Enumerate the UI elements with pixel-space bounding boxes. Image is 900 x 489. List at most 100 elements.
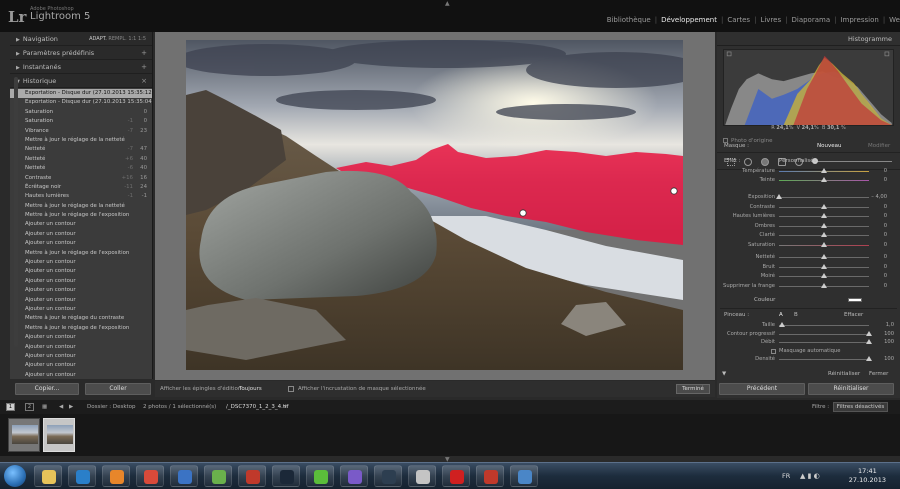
history-row[interactable]: Ajouter un contour <box>10 343 152 352</box>
slider-value[interactable]: 0 <box>884 223 887 229</box>
slider-knob[interactable] <box>821 232 827 237</box>
paste-button[interactable]: Coller <box>85 383 151 395</box>
history-row[interactable]: Mettre à jour le réglage du contraste <box>10 314 152 323</box>
filezilla-2-taskbar-button[interactable] <box>476 465 504 487</box>
shadow-clip-toggle[interactable] <box>726 51 732 57</box>
top-panel-toggle-icon[interactable]: ▲ <box>445 0 450 7</box>
slider-knob[interactable] <box>821 254 827 259</box>
file-dropdown-icon[interactable]: ▾ <box>284 404 287 410</box>
history-row[interactable]: Ajouter un contour <box>10 352 152 361</box>
module-2[interactable]: Cartes <box>727 16 750 24</box>
history-row[interactable]: Ajouter un contour <box>10 296 152 305</box>
brush-setting-value[interactable]: 100 <box>884 339 894 345</box>
history-row[interactable]: Netteté -6 40 <box>10 164 152 173</box>
brush-slider-knob[interactable] <box>866 356 872 361</box>
pins-dropdown[interactable]: Toujours <box>239 386 262 392</box>
slider-knob[interactable] <box>821 282 827 288</box>
media-player-taskbar-button[interactable] <box>102 465 130 487</box>
slider-value[interactable]: 0 <box>884 283 887 289</box>
slider-value[interactable]: – 4,00 <box>871 194 887 200</box>
image-viewer-taskbar-button[interactable] <box>408 465 436 487</box>
forward-icon[interactable]: ▶ <box>69 404 73 410</box>
effect-dropdown[interactable]: Personnalisé <box>779 158 814 164</box>
copy-button[interactable]: Copier... <box>15 383 79 395</box>
slider-value[interactable]: 0 <box>884 232 887 238</box>
zoom-fit[interactable]: ADAPT. <box>89 36 107 42</box>
history-row[interactable]: Ajouter un contour <box>10 286 152 295</box>
spot-removal-tool-icon[interactable] <box>744 158 752 166</box>
history-row[interactable]: Saturation 0 <box>10 108 152 117</box>
slider-knob[interactable] <box>821 273 827 278</box>
presets-header[interactable]: ▶ Paramètres prédéfinis + <box>10 46 152 60</box>
steam-taskbar-button[interactable] <box>272 465 300 487</box>
clock[interactable]: 17:41 27.10.2013 <box>849 467 886 485</box>
module-3[interactable]: Livres <box>760 16 781 24</box>
histogram[interactable] <box>723 49 894 126</box>
done-button[interactable]: Terminé <box>676 384 710 394</box>
history-row[interactable]: Ajouter un contour <box>10 258 152 267</box>
brush-b-tab[interactable]: B <box>794 312 798 318</box>
slider-knob[interactable] <box>821 168 827 173</box>
zoom-fill[interactable]: REMPL. <box>108 36 126 42</box>
mask-new-button[interactable]: Nouveau <box>817 143 841 149</box>
navigator-zoom-options[interactable]: ADAPT. REMPL. 1:1 1:5 <box>89 32 146 46</box>
language-indicator[interactable]: FR <box>782 472 790 480</box>
highlight-clip-toggle[interactable] <box>884 51 890 57</box>
add-snapshot-icon[interactable]: + <box>141 60 147 74</box>
close-button[interactable]: Fermer <box>869 371 888 377</box>
module-6[interactable]: We <box>889 16 900 24</box>
history-header[interactable]: ▼Historique × <box>10 74 152 88</box>
edit-pin-1[interactable] <box>519 209 527 217</box>
snapshots-header[interactable]: ▶ Instantanés + <box>10 60 152 74</box>
module-0[interactable]: Bibliothèque <box>607 16 651 24</box>
lightroom-taskbar-button[interactable] <box>374 465 402 487</box>
slider-knob[interactable] <box>821 263 827 269</box>
display-1-button[interactable]: 1 <box>6 403 15 411</box>
history-row[interactable]: Ajouter un contour <box>10 371 152 379</box>
history-row[interactable]: Mettre à jour le réglage de l'exposition <box>10 211 152 220</box>
brush-slider-knob[interactable] <box>779 322 785 327</box>
chrome-taskbar-button[interactable] <box>136 465 164 487</box>
brush-slider-knob[interactable] <box>866 339 872 344</box>
slider-knob[interactable] <box>821 177 827 182</box>
filezilla-taskbar-button[interactable] <box>238 465 266 487</box>
zoom-1-5[interactable]: 1:5 <box>138 36 146 42</box>
system-tray-icons[interactable]: ▲ ▮ ◐ <box>800 472 820 480</box>
navigator-header[interactable]: ▶ Navigation ADAPT. REMPL. 1:1 1:5 <box>10 32 152 46</box>
left-scrollbar[interactable] <box>14 77 18 347</box>
display-2-button[interactable]: 2 <box>25 403 34 411</box>
history-row[interactable]: Écrêtage noir -11 24 <box>10 183 152 192</box>
brush-slider-track[interactable] <box>779 359 869 360</box>
clear-history-icon[interactable]: × <box>141 74 147 88</box>
slider-value[interactable]: 0 <box>884 177 887 183</box>
brush-setting-value[interactable]: 100 <box>884 331 894 337</box>
module-4[interactable]: Diaporama <box>791 16 830 24</box>
back-icon[interactable]: ◀ <box>59 404 63 410</box>
slider-value[interactable]: 0 <box>884 213 887 219</box>
history-row[interactable]: Vibrance -7 23 <box>10 127 152 136</box>
color-swatch[interactable] <box>848 298 862 302</box>
add-preset-icon[interactable]: + <box>141 46 147 60</box>
colors-taskbar-button[interactable] <box>204 465 232 487</box>
history-row[interactable]: Mettre à jour le réglage de l'exposition <box>10 249 152 258</box>
zoom-1-1[interactable]: 1:1 <box>128 36 136 42</box>
history-row[interactable]: Exportation - Disque dur (27.10.2013 15:… <box>10 89 152 99</box>
brush-erase-tab[interactable]: Effacer <box>844 312 863 318</box>
slider-value[interactable]: 0 <box>884 168 887 174</box>
thumbnail-1[interactable] <box>8 418 40 452</box>
brush-a-tab[interactable]: A <box>779 312 783 318</box>
effect-dropdown-icon[interactable]: ⇕ <box>813 158 818 164</box>
brush-slider-knob[interactable] <box>866 330 872 336</box>
history-row[interactable]: Ajouter un contour <box>10 361 152 370</box>
history-row[interactable]: Ajouter un contour <box>10 333 152 342</box>
slider-value[interactable]: 0 <box>884 264 887 270</box>
slider-knob[interactable] <box>821 222 827 228</box>
history-row[interactable]: Ajouter un contour <box>10 305 152 314</box>
folder-source[interactable]: Dossier : Desktop <box>87 404 136 410</box>
mountain-photo[interactable] <box>186 40 683 370</box>
module-5[interactable]: Impression <box>840 16 878 24</box>
history-row[interactable]: Ajouter un contour <box>10 277 152 286</box>
history-row[interactable]: Mettre à jour le réglage de l'exposition <box>10 324 152 333</box>
slider-value[interactable]: 0 <box>884 273 887 279</box>
slider-value[interactable]: 0 <box>884 254 887 260</box>
